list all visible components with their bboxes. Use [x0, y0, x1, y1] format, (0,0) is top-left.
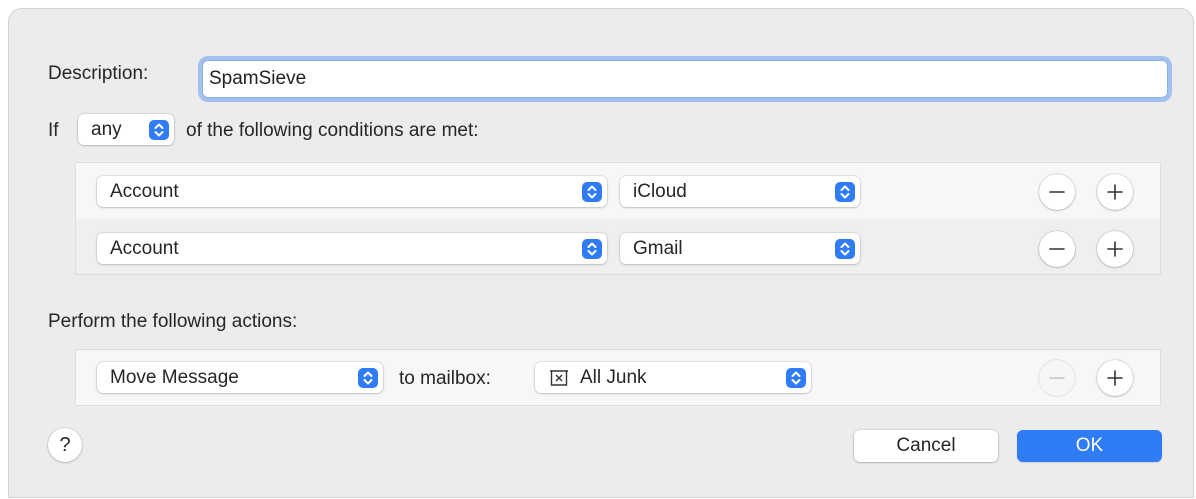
chevron-updown-icon — [582, 182, 602, 202]
action-1-value: Move Message — [110, 367, 239, 388]
condition-2-add-button[interactable] — [1097, 231, 1133, 267]
description-field[interactable] — [202, 60, 1168, 98]
action-1-add-button[interactable] — [1097, 360, 1133, 396]
action-1-remove-button[interactable] — [1039, 360, 1075, 396]
minus-icon — [1049, 248, 1065, 250]
if-label: If — [48, 120, 59, 141]
chevron-updown-icon — [582, 239, 602, 259]
chevron-updown-icon — [786, 368, 806, 388]
match-popup-value: any — [91, 119, 122, 140]
condition-1-remove-button[interactable] — [1039, 174, 1075, 210]
chevron-updown-icon — [835, 239, 855, 259]
minus-icon — [1049, 377, 1065, 379]
condition-1-field-value: Account — [110, 181, 179, 202]
minus-icon — [1049, 191, 1065, 193]
help-button[interactable]: ? — [48, 428, 82, 462]
plus-icon — [1107, 241, 1123, 257]
action-1-popup[interactable]: Move Message — [97, 362, 383, 393]
ok-button[interactable]: OK — [1017, 430, 1162, 462]
chevron-updown-icon — [358, 368, 378, 388]
action-1-mailbox-popup[interactable]: All Junk — [535, 362, 811, 393]
condition-2-field-value: Account — [110, 238, 179, 259]
description-input[interactable] — [206, 64, 1159, 94]
plus-icon — [1107, 184, 1123, 200]
condition-2-value-popup[interactable]: Gmail — [620, 233, 860, 264]
cancel-button[interactable]: Cancel — [854, 430, 998, 462]
conditions-description: of the following conditions are met: — [186, 120, 479, 141]
chevron-updown-icon — [835, 182, 855, 202]
condition-1-value: iCloud — [633, 181, 687, 202]
condition-1-value-popup[interactable]: iCloud — [620, 176, 860, 207]
condition-2-field-popup[interactable]: Account — [97, 233, 607, 264]
match-popup[interactable]: any — [78, 114, 174, 145]
chevron-updown-icon — [149, 120, 169, 140]
plus-icon — [1107, 370, 1123, 386]
condition-1-field-popup[interactable]: Account — [97, 176, 607, 207]
condition-2-value: Gmail — [633, 238, 683, 259]
condition-1-add-button[interactable] — [1097, 174, 1133, 210]
actions-header: Perform the following actions: — [48, 311, 298, 332]
description-label: Description: — [48, 63, 149, 84]
rules-dialog: Description: If any of the following con… — [8, 8, 1194, 498]
condition-2-remove-button[interactable] — [1039, 231, 1075, 267]
action-1-mailbox-value: All Junk — [580, 367, 647, 388]
to-mailbox-label: to mailbox: — [399, 368, 491, 389]
junk-tray-icon — [548, 368, 570, 394]
